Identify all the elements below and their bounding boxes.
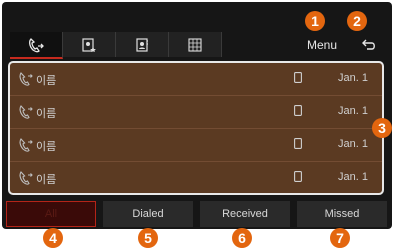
back-arrow-icon [362,39,375,50]
contact-name: 이름 [36,108,57,120]
callout-badge-2: 2 [347,11,367,31]
contacts-icon [136,37,148,52]
callout-badge-4: 4 [43,228,63,248]
phone-screen: Menu 이름 Jan. 1 이름 Jan. 1 이름 Jan. 1 이름 Ja… [2,2,392,229]
phone-device-icon [294,138,302,149]
callout-badge-3: 3 [372,118,392,138]
tab-call-history[interactable] [10,32,63,59]
tab-dialpad[interactable] [169,32,222,57]
filter-missed-button[interactable]: Missed [297,201,387,227]
callout-badge-7: 7 [330,228,350,248]
filter-received-label: Received [222,208,268,220]
top-tab-bar: Menu [10,32,388,59]
outgoing-call-icon [19,105,33,119]
phone-device-icon [294,171,302,182]
filter-received-button[interactable]: Received [200,201,290,227]
list-item[interactable]: 이름 Jan. 1 [10,96,382,129]
callout-badge-1: 1 [305,11,325,31]
dialpad-icon [188,37,202,52]
menu-button-label: Menu [306,38,338,52]
filter-all-label: All [44,208,58,220]
filter-missed-label: Missed [324,208,360,220]
menu-button[interactable]: Menu [296,35,348,55]
filter-dialed-button[interactable]: Dialed [103,201,193,227]
tab-contacts[interactable] [116,32,169,57]
call-history-icon [29,37,44,52]
phone-device-icon [294,105,302,116]
back-button[interactable] [352,35,386,55]
contact-name: 이름 [36,174,57,186]
contact-name: 이름 [36,141,57,153]
call-date: Jan. 1 [338,105,368,117]
favorites-contacts-icon [82,37,96,52]
filter-all-button[interactable]: All [6,201,96,227]
phone-device-icon [294,72,302,83]
list-item[interactable]: 이름 Jan. 1 [10,63,382,96]
call-date: Jan. 1 [338,72,368,84]
callout-badge-5: 5 [138,228,158,248]
contact-name: 이름 [36,75,57,87]
call-filter-bar: All Dialed Received Missed [6,201,388,227]
call-history-list[interactable]: 이름 Jan. 1 이름 Jan. 1 이름 Jan. 1 이름 Jan. 1 [8,61,384,195]
outgoing-call-icon [19,138,33,152]
outgoing-call-icon [19,72,33,86]
call-date: Jan. 1 [338,171,368,183]
callout-badge-6: 6 [232,228,252,248]
outgoing-call-icon [19,171,33,185]
list-item[interactable]: 이름 Jan. 1 [10,162,382,194]
call-date: Jan. 1 [338,138,368,150]
filter-dialed-label: Dialed [132,208,164,220]
list-item[interactable]: 이름 Jan. 1 [10,129,382,162]
tab-favorites[interactable] [63,32,116,57]
